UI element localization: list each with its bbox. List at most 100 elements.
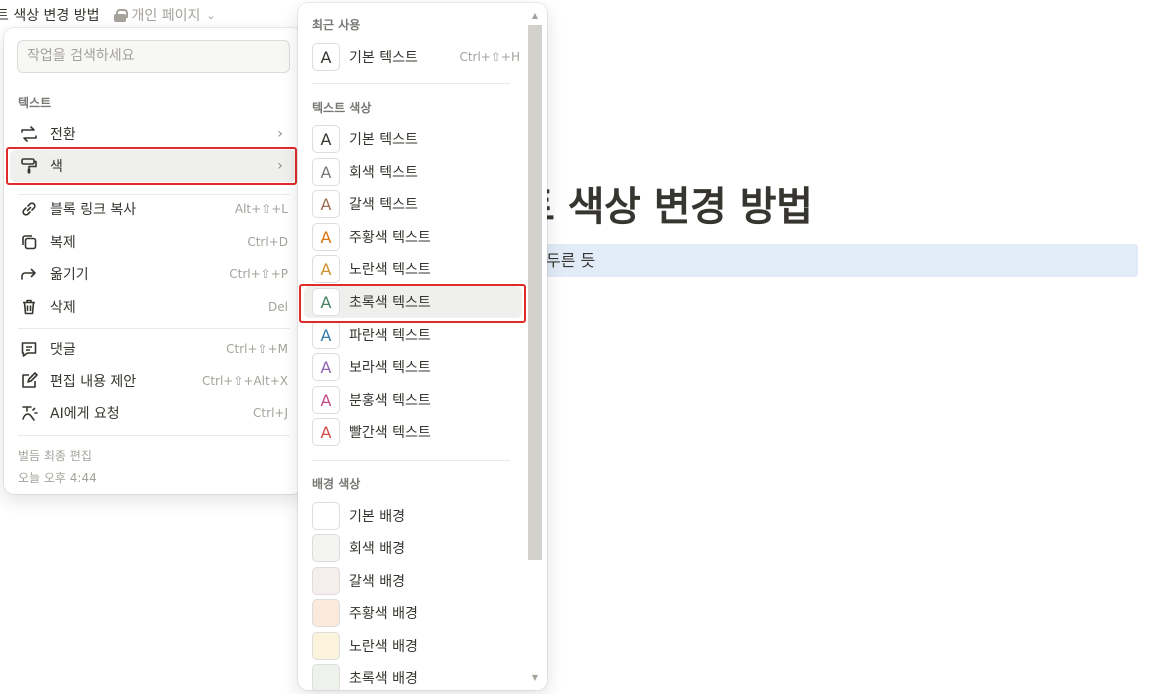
menu-section-text: 텍스트 (18, 96, 52, 110)
color-option-label: 주황색 텍스트 (349, 230, 431, 246)
menu-item-shortcut: Ctrl+D (247, 235, 288, 249)
color-option-label: 분홍색 텍스트 (349, 393, 431, 409)
breadcrumb-private-page[interactable]: 개인 페이지 (132, 5, 201, 25)
color-option-recent-default-text[interactable]: A 기본 텍스트 Ctrl+⇧+H (304, 41, 522, 73)
text-color-swatch: A (312, 321, 340, 349)
paint-roller-icon (18, 155, 40, 177)
lock-icon (113, 9, 128, 22)
menu-item-label: 복제 (50, 235, 76, 251)
turn-into-icon (18, 123, 40, 145)
menu-item-copy-link[interactable]: 블록 링크 복사 Alt+⇧+L (10, 193, 296, 225)
scroll-down-arrow-icon[interactable]: ▼ (530, 673, 540, 683)
link-icon (18, 198, 40, 220)
menu-item-comment[interactable]: 댓글 Ctrl+⇧+M (10, 333, 296, 365)
bg-color-gray[interactable]: 회색 배경 (304, 532, 522, 564)
color-option-label: 회색 배경 (349, 541, 405, 557)
color-option-label: 주황색 배경 (349, 606, 418, 622)
text-color-swatch: A (312, 43, 340, 71)
bg-color-yellow[interactable]: 노란색 배경 (304, 630, 522, 662)
text-color-red[interactable]: A 빨간색 텍스트 (304, 416, 522, 448)
menu-item-label: 블록 링크 복사 (50, 202, 137, 218)
text-color-swatch: A (312, 223, 340, 251)
menu-divider (18, 435, 290, 436)
color-option-label: 빨간색 텍스트 (349, 425, 431, 441)
submenu-divider (312, 460, 510, 461)
menu-item-color[interactable]: 색 › (10, 150, 296, 182)
color-option-label: 초록색 텍스트 (349, 295, 431, 311)
text-color-green[interactable]: A 초록색 텍스트 (304, 286, 522, 318)
scroll-up-arrow-icon[interactable]: ▲ (530, 11, 540, 21)
text-color-default[interactable]: A 기본 텍스트 (304, 123, 522, 155)
comment-icon (18, 338, 40, 360)
color-option-label: 노란색 텍스트 (349, 262, 431, 278)
last-edited-time: 오늘 오후 4:44 (18, 471, 97, 485)
text-color-swatch: A (312, 255, 340, 283)
menu-item-label: 댓글 (50, 342, 76, 358)
menu-item-label: 편집 내용 제안 (50, 374, 137, 390)
submenu-section-recent: 최근 사용 (312, 18, 361, 32)
page-heading: 트 색상 변경 방법 (518, 184, 813, 230)
text-color-swatch: A (312, 190, 340, 218)
text-color-swatch: A (312, 158, 340, 186)
menu-item-turn-into[interactable]: 전환 › (10, 118, 296, 150)
text-color-yellow[interactable]: A 노란색 텍스트 (304, 253, 522, 285)
color-option-label: 초록색 배경 (349, 671, 418, 687)
text-color-swatch: A (312, 386, 340, 414)
menu-item-suggest-edits[interactable]: 편집 내용 제안 Ctrl+⇧+Alt+X (10, 365, 296, 397)
color-option-label: 갈색 배경 (349, 574, 405, 590)
menu-item-shortcut: Ctrl+⇧+Alt+X (201, 374, 288, 388)
text-color-swatch: A (312, 125, 340, 153)
bg-color-brown[interactable]: 갈색 배경 (304, 565, 522, 597)
bg-color-swatch (312, 632, 340, 660)
highlighted-block[interactable]: 두른 듯 (530, 244, 1138, 277)
bg-color-swatch (312, 502, 340, 530)
text-color-purple[interactable]: A 보라색 텍스트 (304, 351, 522, 383)
bg-color-swatch (312, 599, 340, 627)
move-to-icon (18, 263, 40, 285)
color-option-label: 파란색 텍스트 (349, 328, 431, 344)
submenu-section-text-color: 텍스트 색상 (312, 101, 372, 115)
text-color-pink[interactable]: A 분홍색 텍스트 (304, 384, 522, 416)
chevron-right-icon: › (277, 158, 283, 174)
text-color-brown[interactable]: A 갈색 텍스트 (304, 188, 522, 220)
submenu-scrollbar-thumb[interactable] (528, 25, 542, 560)
text-color-swatch: A (312, 288, 340, 316)
action-search-input[interactable]: 작업을 검색하세요 (17, 40, 290, 73)
text-color-gray[interactable]: A 회색 텍스트 (304, 156, 522, 188)
ai-icon (18, 402, 40, 424)
suggest-edit-icon (18, 370, 40, 392)
color-option-label: 노란색 배경 (349, 639, 418, 655)
menu-item-shortcut: Ctrl+⇧+P (229, 267, 288, 281)
chevron-right-icon: › (277, 126, 283, 142)
menu-item-move-to[interactable]: 옮기기 Ctrl+⇧+P (10, 258, 296, 290)
block-action-menu: 작업을 검색하세요 텍스트 전환 › 색 › 블록 링크 복사 Alt+⇧+L … (4, 28, 302, 494)
color-option-label: 갈색 텍스트 (349, 197, 418, 213)
bg-color-swatch (312, 534, 340, 562)
chevron-down-icon[interactable]: ⌄ (206, 9, 215, 22)
text-color-orange[interactable]: A 주황색 텍스트 (304, 221, 522, 253)
menu-item-ask-ai[interactable]: AI에게 요청 Ctrl+J (10, 397, 296, 429)
menu-item-label: 전환 (50, 127, 76, 143)
submenu-divider (312, 83, 510, 84)
color-option-label: 기본 배경 (349, 509, 405, 525)
trash-icon (18, 296, 40, 318)
color-submenu: 최근 사용 A 기본 텍스트 Ctrl+⇧+H 텍스트 색상 A 기본 텍스트 … (298, 3, 547, 690)
color-option-shortcut: Ctrl+⇧+H (459, 50, 520, 64)
bg-color-orange[interactable]: 주황색 배경 (304, 597, 522, 629)
menu-item-label: AI에게 요청 (50, 406, 120, 422)
color-option-label: 기본 텍스트 (349, 132, 418, 148)
menu-item-duplicate[interactable]: 복제 Ctrl+D (10, 226, 296, 258)
color-option-label: 보라색 텍스트 (349, 360, 431, 376)
text-color-swatch: A (312, 353, 340, 381)
text-color-blue[interactable]: A 파란색 텍스트 (304, 319, 522, 351)
last-edited-by: 벌듬 최종 편집 (18, 449, 92, 463)
bg-color-default[interactable]: 기본 배경 (304, 500, 522, 532)
bg-color-green[interactable]: 초록색 배경 (304, 662, 522, 690)
bg-color-swatch (312, 567, 340, 595)
submenu-section-bg-color: 배경 색상 (312, 477, 361, 491)
color-option-label: 회색 텍스트 (349, 165, 418, 181)
menu-item-delete[interactable]: 삭제 Del (10, 291, 296, 323)
page-title-breadcrumb[interactable]: 트 색상 변경 방법 (0, 5, 100, 25)
text-color-swatch: A (312, 418, 340, 446)
menu-item-shortcut: Ctrl+J (253, 406, 288, 420)
